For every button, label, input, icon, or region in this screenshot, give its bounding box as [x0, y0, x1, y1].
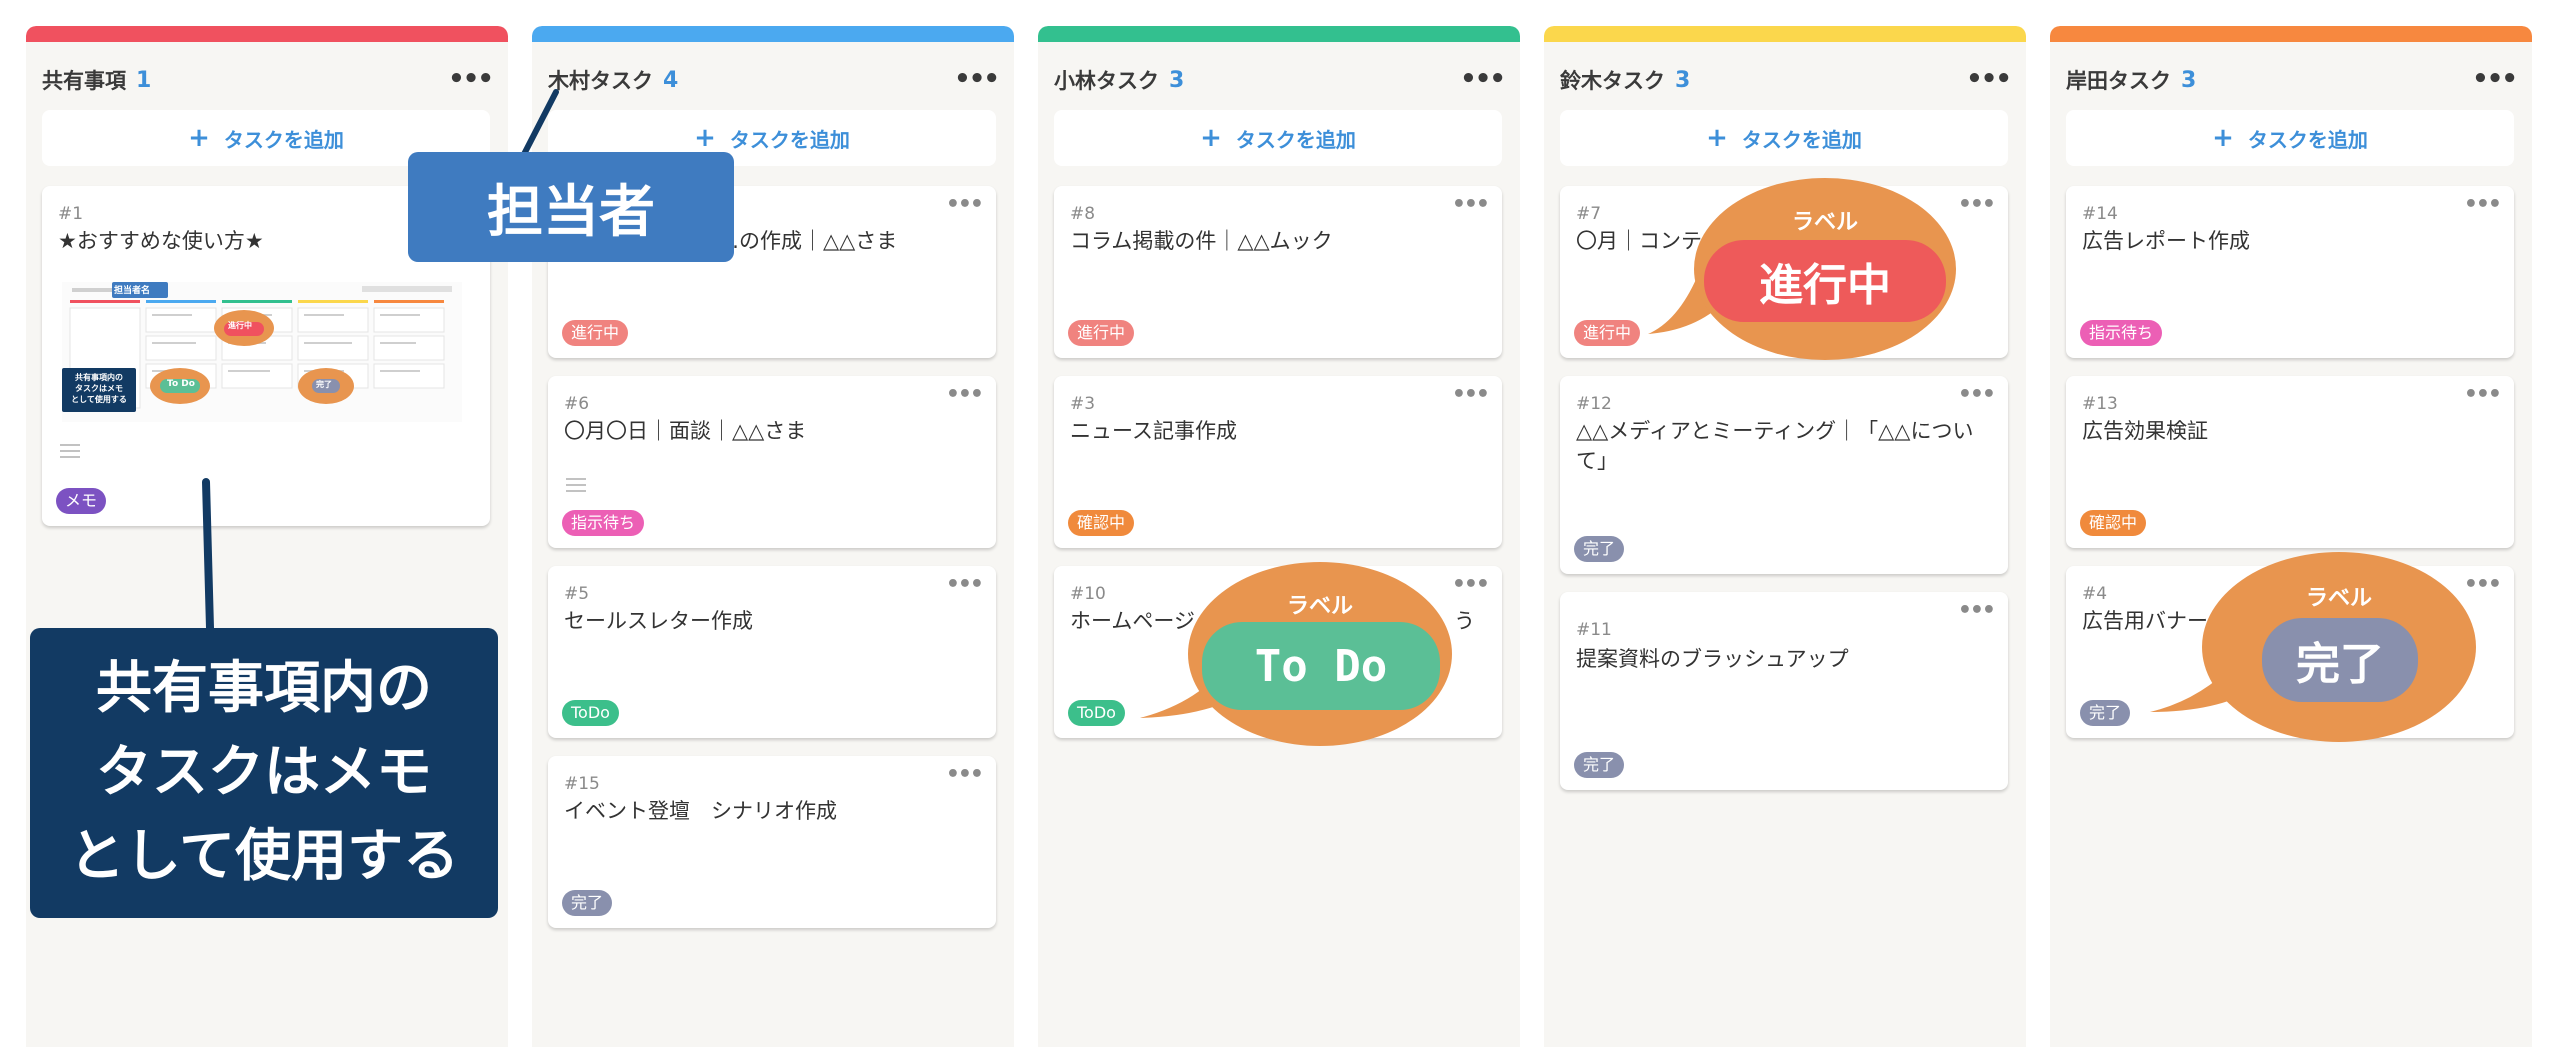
- bubble-label-pill: 完了: [2262, 618, 2418, 702]
- annotation-shared-note-line: として使用する: [68, 824, 460, 889]
- annotation-shared-note-line: タスクはメモ: [96, 740, 432, 805]
- bubble-caption: ラベル: [1791, 210, 1858, 235]
- bubble-caption: ラベル: [2305, 586, 2372, 611]
- annotation-label-bubble-todo: ラベル To Do: [1188, 562, 1452, 746]
- annotation-assignee: 担当者: [408, 152, 734, 262]
- annotation-shared-note: 共有事項内の タスクはメモ として使用する: [30, 628, 498, 918]
- kanban-board: 共有事項 1 ••• + タスクを追加 #1 ★おすすめな使い方★ 担当者名 共…: [0, 0, 2550, 1047]
- annotation-label-bubble-done: ラベル 完了: [2202, 552, 2476, 742]
- annotation-label-bubble-inprogress: ラベル 進行中: [1694, 178, 1956, 360]
- bubble-label-pill: 進行中: [1704, 240, 1946, 322]
- bubble-caption: ラベル: [1286, 594, 1353, 619]
- annotation-shared-note-line: 共有事項内の: [96, 656, 432, 721]
- bubble-label-pill: To Do: [1202, 622, 1440, 710]
